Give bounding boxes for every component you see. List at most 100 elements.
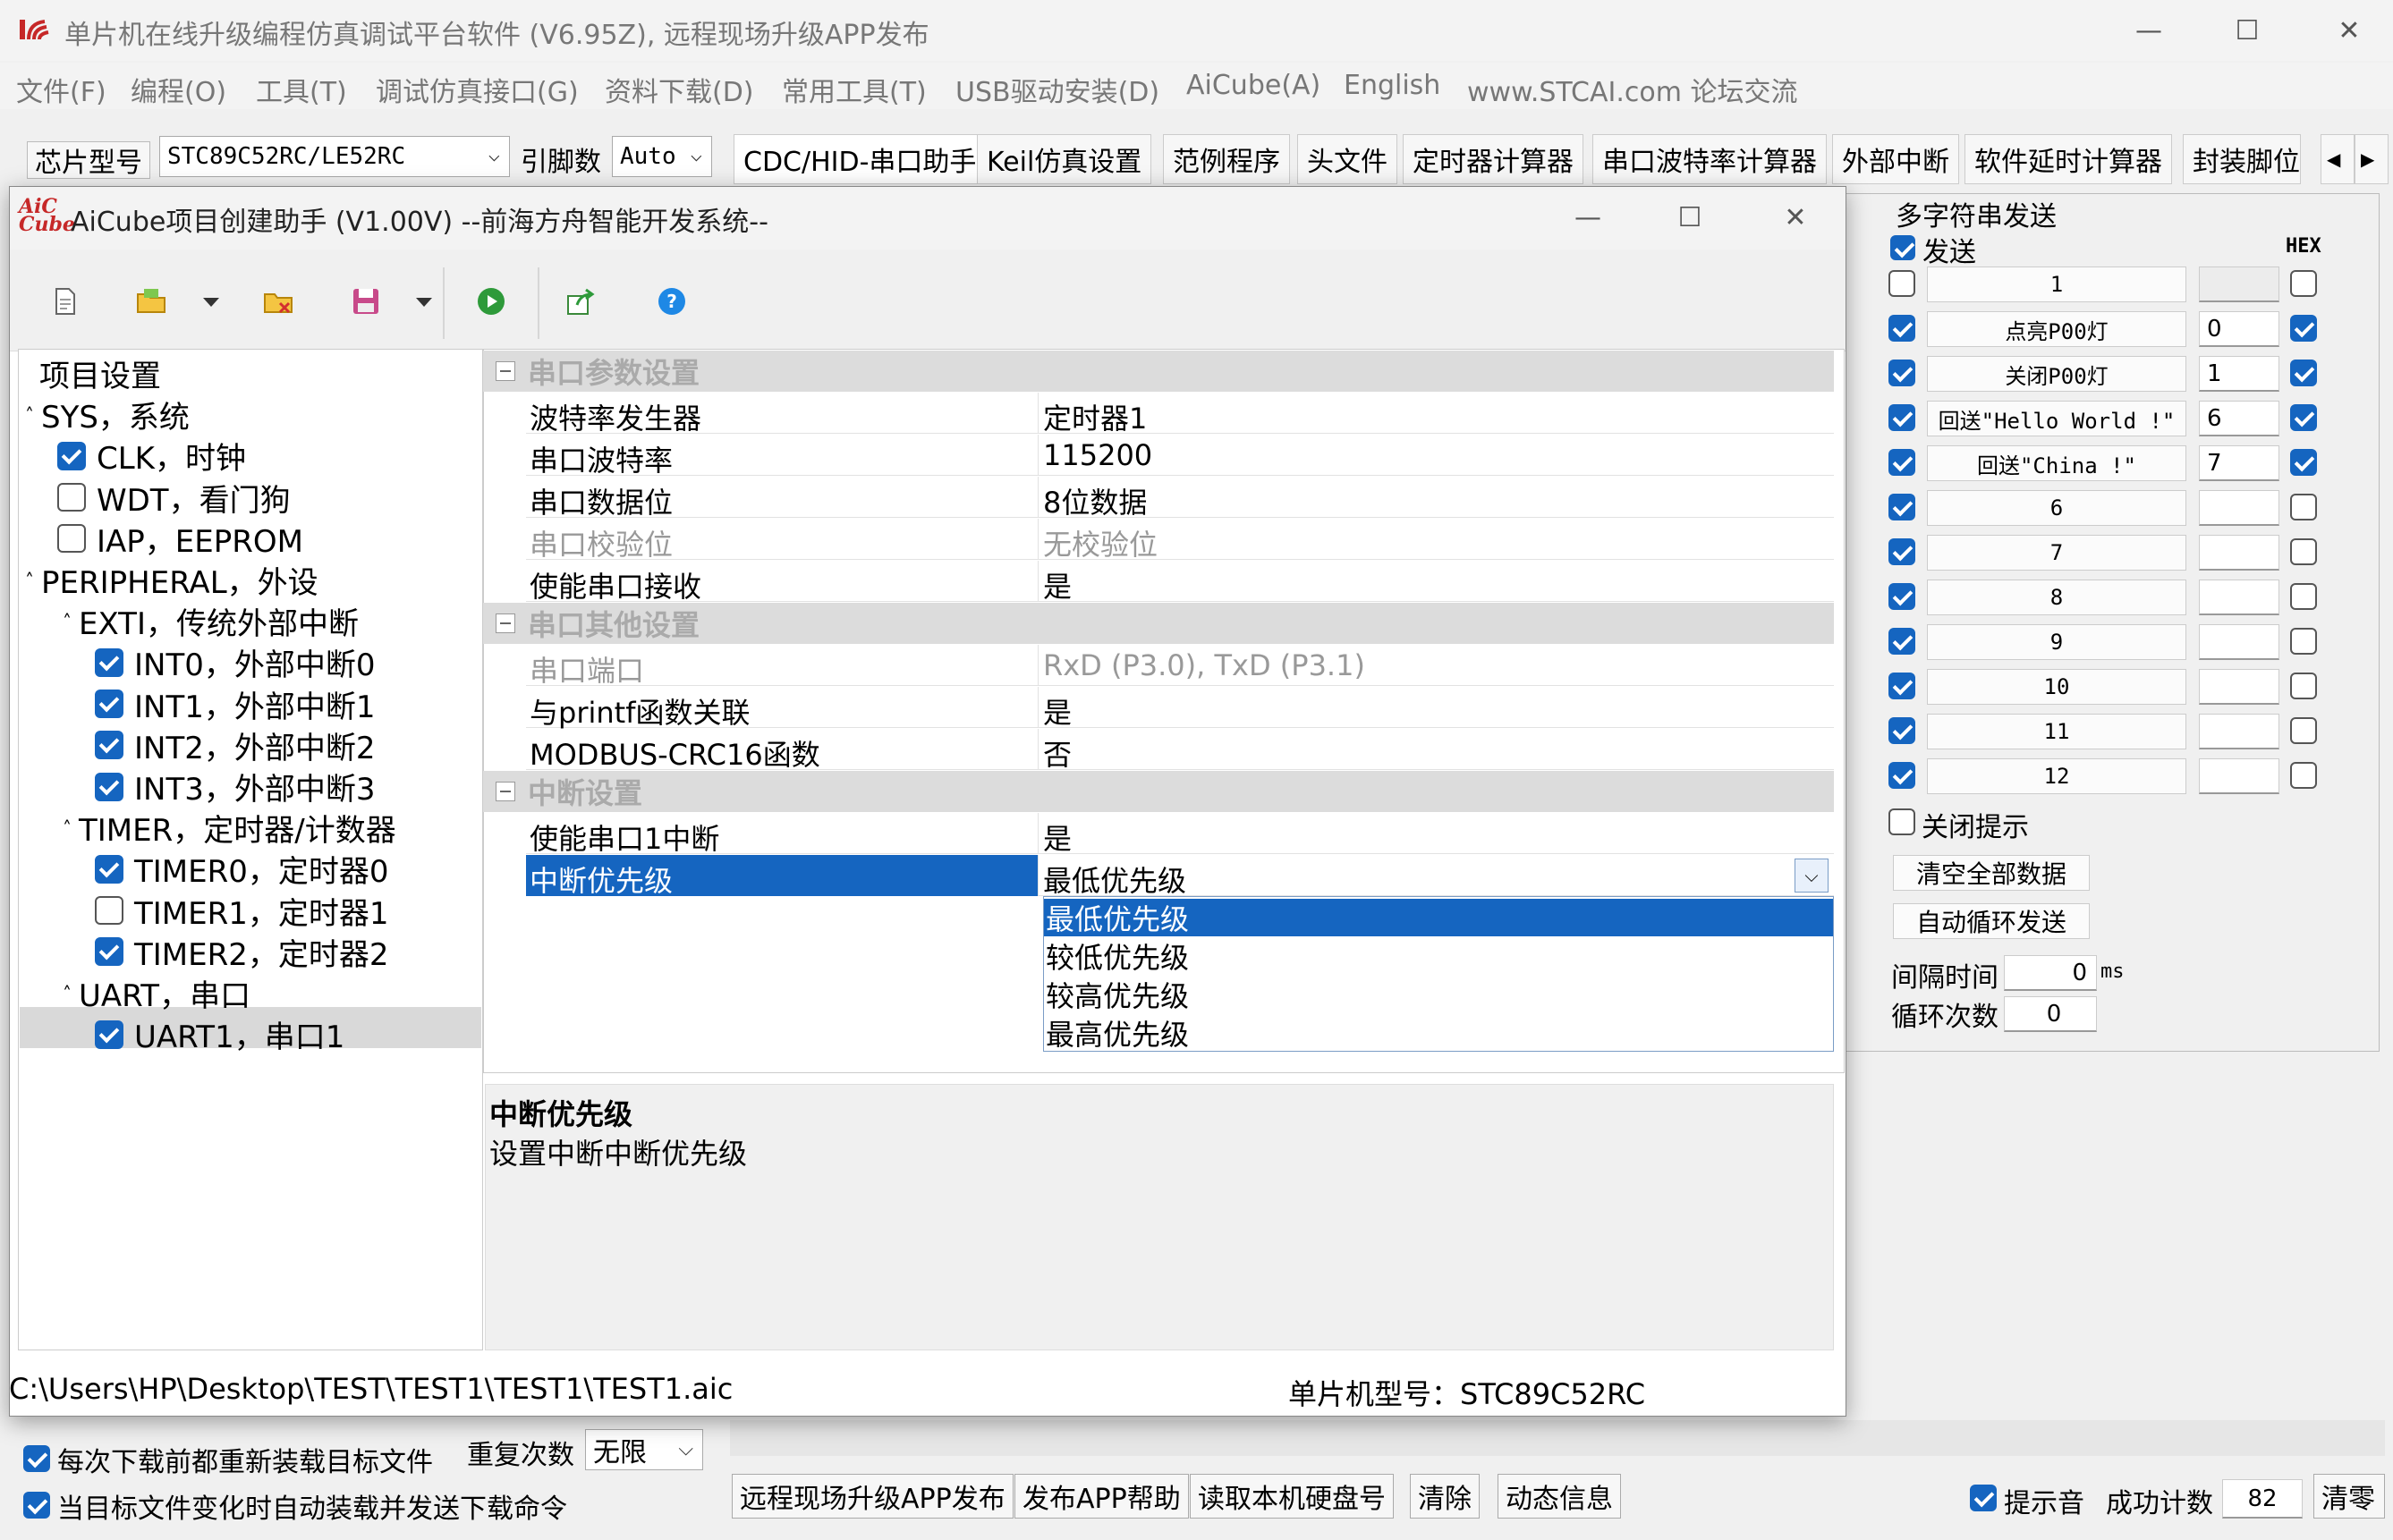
send-row-checkbox[interactable] [1888,494,1915,520]
property-group-header[interactable]: 中断设置 [483,771,1834,812]
tree-node-checkbox[interactable] [57,441,86,470]
hex-checkbox[interactable] [2290,404,2317,431]
send-string-value[interactable] [2199,535,2279,571]
priority-option[interactable]: 最低优先级 [1044,899,1833,936]
menu-aicube[interactable]: AiCube(A) [1186,70,1320,101]
send-string-button[interactable]: 11 [1927,714,2186,749]
close-project-icon[interactable] [262,285,294,317]
tab-headers[interactable]: 头文件 [1297,134,1397,184]
send-row-checkbox[interactable] [1888,404,1915,431]
help-icon[interactable]: ? [656,285,688,317]
tree-node-checkbox[interactable] [57,483,86,512]
property-value[interactable]: 最低优先级 [1043,859,1186,900]
send-string-button[interactable]: 9 [1927,624,2186,660]
send-string-button[interactable]: 关闭P00灯 [1927,356,2186,392]
send-string-value[interactable]: 7 [2199,445,2279,481]
hex-checkbox[interactable] [2290,449,2317,476]
tree-node[interactable]: TIMER0，定时器0 [95,847,389,891]
tree-node[interactable]: ˄ PERIPHERAL，外设 [25,558,318,602]
tab-examples[interactable]: 范例程序 [1163,134,1290,184]
send-string-button[interactable]: 12 [1927,758,2186,794]
tree-node[interactable]: ˄ EXTI，传统外部中断 [63,599,359,643]
minimize-button[interactable]: — [2104,0,2194,61]
tree-node[interactable]: TIMER2，定时器2 [95,930,389,974]
clear-button[interactable]: 清除 [1410,1474,1480,1519]
property-row[interactable]: 与printf函数关联 是 [526,687,1834,730]
menu-tools[interactable]: 工具(T) [256,70,347,109]
hex-checkbox[interactable] [2290,270,2317,297]
tab-baud-calc[interactable]: 串口波特率计算器 [1592,134,1827,184]
send-string-button[interactable]: 6 [1927,490,2186,526]
send-string-button[interactable]: 1 [1927,267,2186,302]
property-value[interactable]: 8位数据 [1043,480,1147,521]
menu-english[interactable]: English [1344,70,1440,101]
property-row[interactable]: 波特率发生器 定时器1 [526,393,1834,436]
tree-node-checkbox[interactable] [95,772,123,801]
send-string-button[interactable]: 点亮P00灯 [1927,311,2186,347]
tab-timer-calc[interactable]: 定时器计算器 [1403,134,1583,184]
tree-node-checkbox[interactable] [95,690,123,719]
run-icon[interactable] [475,285,507,317]
send-string-value[interactable] [2199,580,2279,615]
menu-usb-driver[interactable]: USB驱动安装(D) [955,70,1159,109]
export-icon[interactable] [564,285,597,317]
send-string-value[interactable]: 1 [2199,356,2279,392]
send-row-checkbox[interactable] [1888,628,1915,655]
send-row-checkbox[interactable] [1888,315,1915,342]
tree-node[interactable]: ˄ SYS，系统 [25,393,190,436]
collapse-icon[interactable] [496,782,515,801]
tree-node[interactable]: CLK，时钟 [57,434,246,478]
send-string-value[interactable]: 6 [2199,401,2279,436]
send-string-value[interactable] [2199,624,2279,660]
tree-node-checkbox[interactable] [95,937,123,967]
send-all-checkbox[interactable] [1890,235,1915,260]
property-row[interactable]: MODBUS-CRC16函数 否 [526,729,1834,772]
tree-expander-icon[interactable]: ˄ [25,404,34,426]
property-row[interactable]: 串口校验位 无校验位 [526,519,1834,562]
tab-ext-interrupt[interactable]: 外部中断 [1832,134,1959,184]
property-group-header[interactable]: 串口其他设置 [483,603,1834,644]
tree-node-checkbox[interactable] [95,854,123,884]
send-string-button[interactable]: 回送"Hello World !" [1927,401,2186,436]
property-value[interactable]: 否 [1043,732,1072,774]
tree-node[interactable]: INT0，外部中断0 [95,640,376,684]
send-row-checkbox[interactable] [1888,717,1915,744]
hex-checkbox[interactable] [2290,360,2317,386]
menu-common-tools[interactable]: 常用工具(T) [782,70,927,109]
send-string-value[interactable]: 0 [2199,311,2279,347]
interval-input[interactable]: 0 [2004,955,2097,991]
tree-node[interactable]: ˄ UART，串口 [63,971,250,1015]
dialog-minimize-button[interactable]: — [1543,187,1633,248]
send-string-button[interactable]: 10 [1927,669,2186,705]
clear-all-data-button[interactable]: 清空全部数据 [1893,855,2090,891]
auto-loop-send-button[interactable]: 自动循环发送 [1893,903,2090,939]
sound-checkbox[interactable] [1970,1485,1997,1511]
hex-checkbox[interactable] [2290,494,2317,520]
send-row-checkbox[interactable] [1888,762,1915,789]
tree-node-checkbox[interactable] [57,524,86,554]
send-string-value[interactable] [2199,669,2279,705]
hex-checkbox[interactable] [2290,628,2317,655]
new-file-icon[interactable] [49,285,81,317]
chip-model-select[interactable]: STC89C52RC/LE52RC ⌵ [159,136,510,177]
open-folder-icon[interactable] [135,285,167,317]
reload-before-download-checkbox[interactable] [23,1445,50,1472]
send-string-button[interactable]: 回送"China !" [1927,445,2186,481]
priority-option[interactable]: 较低优先级 [1044,937,1833,975]
hex-checkbox[interactable] [2290,762,2317,789]
repeat-count-select[interactable]: 无限 ⌵ [585,1429,703,1470]
close-button[interactable]: ✕ [2304,0,2393,61]
tree-node[interactable]: INT3，外部中断3 [95,765,376,808]
priority-option[interactable]: 最高优先级 [1044,1014,1833,1052]
menu-forum-link[interactable]: www.STCAI.com 论坛交流 [1467,70,1797,109]
tab-package-pins[interactable]: 封装脚位 [2183,134,2301,184]
tree-node[interactable]: UART1，串口1 [95,1012,344,1056]
property-row[interactable]: 使能串口接收 是 [526,561,1834,604]
tree-node-checkbox[interactable] [95,647,123,677]
send-string-value[interactable] [2199,758,2279,794]
menu-download[interactable]: 资料下载(D) [605,70,754,109]
tab-scroll-left-button[interactable]: ◀ [2321,134,2355,184]
property-value[interactable]: 是 [1043,817,1072,858]
tab-serial-assistant[interactable]: CDC/HID-串口助手 [734,134,987,184]
tree-expander-icon[interactable]: ˄ [63,817,72,839]
